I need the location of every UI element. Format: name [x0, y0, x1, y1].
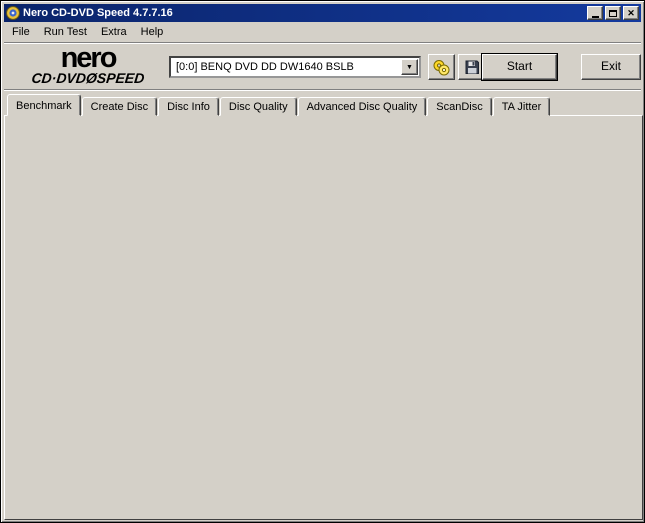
start-button[interactable]: Start [481, 53, 558, 81]
floppy-save-icon [465, 60, 479, 74]
menu-bar: File Run Test Extra Help [5, 24, 640, 41]
tab-scandisc[interactable]: ScanDisc [427, 97, 492, 116]
maximize-button[interactable] [605, 6, 621, 20]
benchmark-tab-page [4, 115, 643, 520]
exit-button[interactable]: Exit [581, 54, 641, 80]
tab-ta-jitter[interactable]: TA Jitter [492, 97, 551, 116]
title-bar: Nero CD-DVD Speed 4.7.7.16 ✕ [4, 4, 641, 22]
app-disc-icon [6, 6, 20, 20]
app-window: Nero CD-DVD Speed 4.7.7.16 ✕ File Run Te… [0, 0, 645, 523]
yellow-discs-icon [433, 59, 450, 75]
drive-select-value: [0:0] BENQ DVD DD DW1640 BSLB [176, 61, 354, 73]
close-button[interactable]: ✕ [623, 6, 639, 20]
tab-benchmark[interactable]: Benchmark [7, 94, 81, 116]
minimize-icon [591, 15, 599, 18]
close-icon: ✕ [627, 7, 635, 18]
menu-extra[interactable]: Extra [94, 24, 134, 41]
cd-dvd-speed-logo-text: CD·DVDØSPEED [30, 70, 146, 86]
tab-strip: Benchmark Create Disc Disc Info Disc Qua… [7, 94, 551, 116]
window-title: Nero CD-DVD Speed 4.7.7.16 [23, 7, 173, 19]
nero-logo-text: nero [60, 42, 118, 74]
save-button[interactable] [458, 54, 485, 80]
menu-run-test[interactable]: Run Test [37, 24, 94, 41]
toolbar-separator [4, 89, 641, 91]
tab-create-disc[interactable]: Create Disc [81, 97, 158, 116]
drive-select-dropdown-button[interactable]: ▼ [401, 59, 418, 75]
menu-help[interactable]: Help [134, 24, 171, 41]
drive-select[interactable]: [0:0] BENQ DVD DD DW1640 BSLB ▼ [169, 56, 421, 78]
tab-disc-info[interactable]: Disc Info [158, 97, 219, 116]
nero-logo: nero CD·DVDØSPEED [13, 42, 163, 87]
eject-discs-button[interactable] [428, 54, 455, 80]
tab-disc-quality[interactable]: Disc Quality [219, 97, 297, 116]
chevron-down-icon: ▼ [406, 63, 413, 71]
menu-file[interactable]: File [5, 24, 37, 41]
tab-advanced-disc-quality[interactable]: Advanced Disc Quality [297, 97, 427, 116]
maximize-icon [609, 9, 617, 17]
minimize-button[interactable] [587, 6, 603, 20]
